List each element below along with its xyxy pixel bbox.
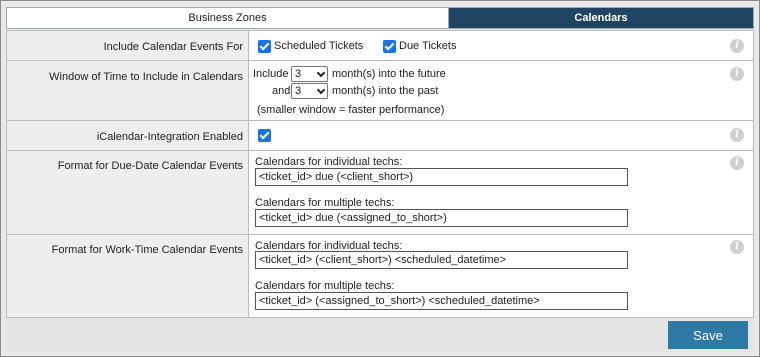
icalendar-checkbox[interactable]	[258, 129, 271, 142]
info-icon[interactable]: i	[730, 240, 744, 254]
info-icon[interactable]: i	[730, 67, 744, 81]
due-multiple-label: Calendars for multiple techs:	[255, 197, 395, 209]
footer-bar: Save	[6, 318, 754, 352]
due-format-label: Format for Due-Date Calendar Events	[7, 151, 249, 234]
due-individual-input[interactable]: <ticket_id> due (<client_short>)	[255, 168, 628, 186]
past-months-value: 3	[295, 85, 302, 97]
future-months-value: 3	[295, 68, 302, 80]
row-include-events: Include Calendar Events For Scheduled Ti…	[7, 30, 753, 61]
row-due-date-format: Format for Due-Date Calendar Events Cale…	[7, 151, 753, 235]
row-work-time-format: Format for Work-Time Calendar Events Cal…	[7, 235, 753, 318]
chevron-down-icon	[316, 68, 326, 78]
work-individual-input[interactable]: <ticket_id> (<client_short>) <scheduled_…	[255, 251, 628, 269]
work-multiple-input[interactable]: <ticket_id> (<assigned_to_short>) <sched…	[255, 292, 628, 310]
chevron-down-icon	[316, 85, 326, 95]
include-events-value: Scheduled Tickets Due Tickets i	[249, 31, 753, 60]
performance-note: (smaller window = faster performance)	[257, 104, 445, 116]
window-value: Include 3 month(s) into the future and 3…	[249, 61, 753, 120]
tab-calendars[interactable]: Calendars	[449, 8, 753, 28]
and-text: and	[272, 85, 291, 97]
work-format-label: Format for Work-Time Calendar Events	[7, 235, 249, 317]
due-multiple-input[interactable]: <ticket_id> due (<assigned_to_short>)	[255, 209, 628, 227]
due-individual-label: Calendars for individual techs:	[255, 156, 403, 168]
past-text: month(s) into the past	[332, 85, 439, 97]
include-text: Include	[253, 68, 289, 80]
due-format-value: Calendars for individual techs: <ticket_…	[249, 151, 753, 234]
row-window-of-time: Window of Time to Include in Calendars I…	[7, 61, 753, 121]
work-multiple-label: Calendars for multiple techs:	[255, 280, 395, 292]
window-label: Window of Time to Include in Calendars	[7, 61, 249, 120]
due-tickets-checkbox[interactable]	[383, 40, 396, 53]
info-icon[interactable]: i	[730, 39, 744, 53]
work-format-value: Calendars for individual techs: <ticket_…	[249, 235, 753, 317]
scheduled-tickets-label: Scheduled Tickets	[274, 40, 364, 52]
info-icon[interactable]: i	[730, 156, 744, 170]
include-events-label: Include Calendar Events For	[7, 31, 249, 60]
tab-business-zones[interactable]: Business Zones	[7, 8, 449, 28]
icalendar-value: i	[249, 121, 753, 150]
tab-bar: Business Zones Calendars	[6, 7, 754, 29]
future-text: month(s) into the future	[332, 68, 446, 80]
row-icalendar: iCalendar-Integration Enabled i	[7, 121, 753, 151]
settings-table: Include Calendar Events For Scheduled Ti…	[6, 30, 754, 318]
past-months-select[interactable]: 3	[291, 83, 328, 99]
due-tickets-label: Due Tickets	[399, 40, 457, 52]
scheduled-tickets-checkbox[interactable]	[258, 40, 271, 53]
save-button[interactable]: Save	[668, 321, 748, 349]
future-months-select[interactable]: 3	[291, 66, 328, 82]
info-icon[interactable]: i	[730, 128, 744, 142]
icalendar-label: iCalendar-Integration Enabled	[7, 121, 249, 150]
